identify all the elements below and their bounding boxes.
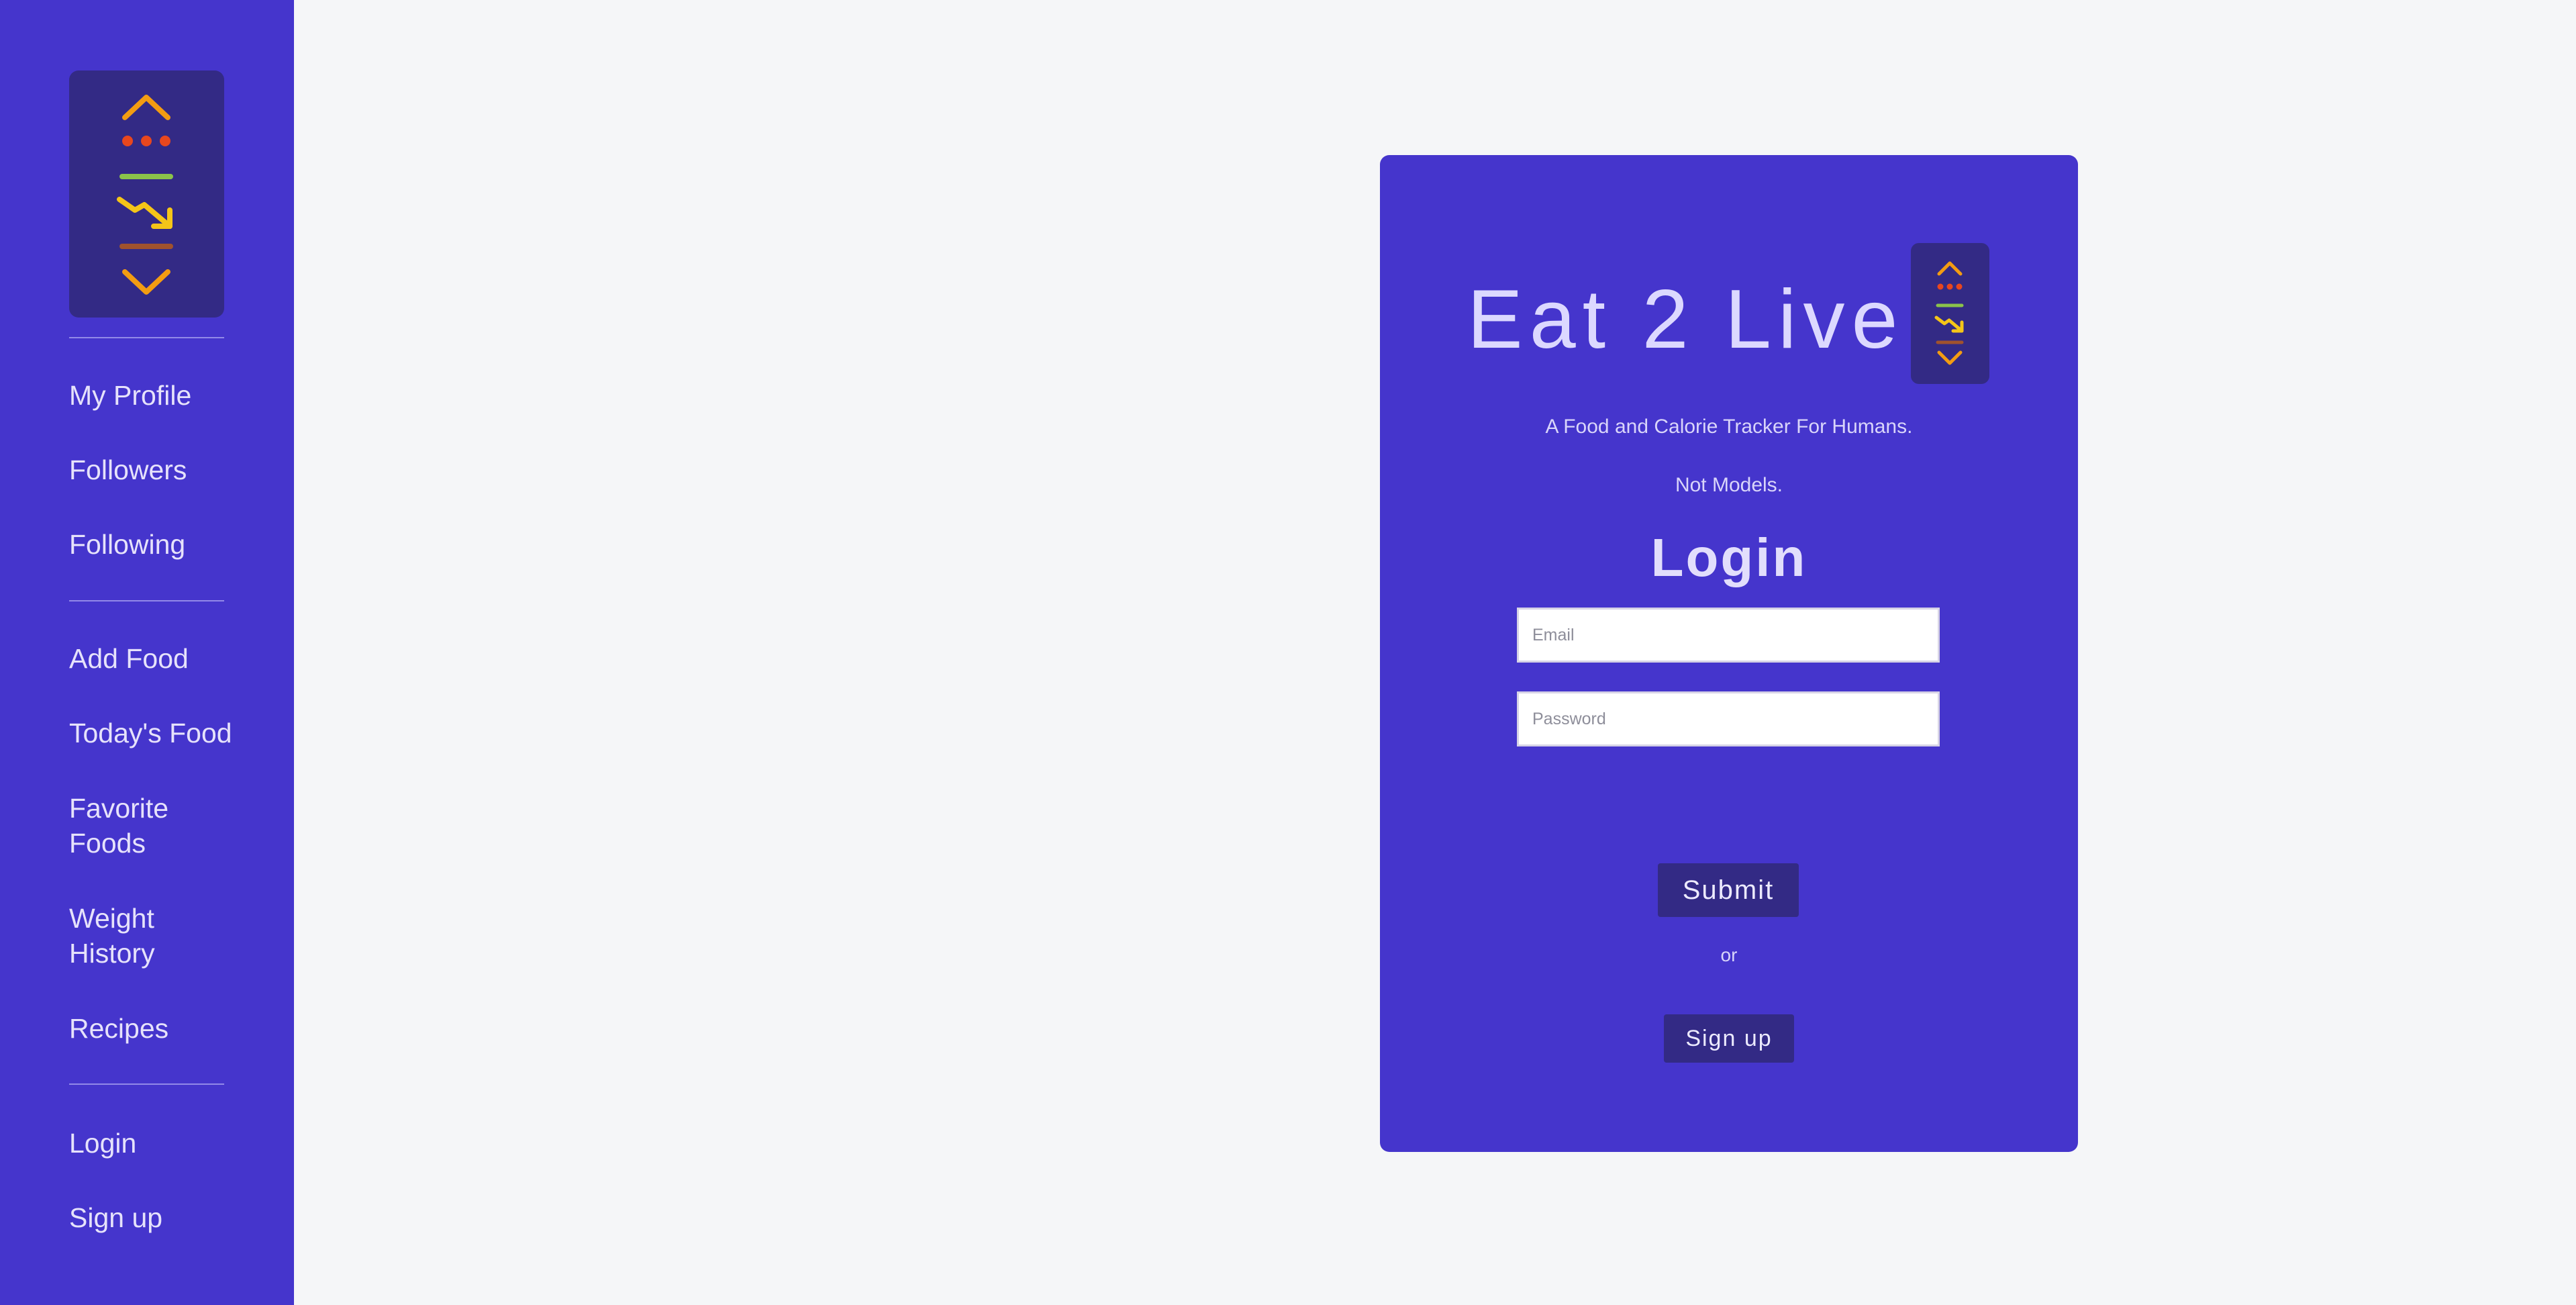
sidebar-divider bbox=[69, 337, 224, 338]
sidebar-item-my-profile[interactable]: My Profile bbox=[69, 378, 270, 413]
sidebar: My Profile Followers Following Add Food … bbox=[0, 0, 294, 1305]
sidebar-item-favorite-foods[interactable]: Favorite Foods bbox=[69, 791, 203, 861]
tagline: A Food and Calorie Tracker For Humans. bbox=[1545, 416, 1913, 438]
sidebar-item-login[interactable]: Login bbox=[69, 1126, 270, 1161]
app-logo-graphic bbox=[117, 95, 173, 295]
login-card: Eat 2 Live A Food and Calorie Tracker Fo… bbox=[1380, 155, 2078, 1152]
sidebar-item-sign-up[interactable]: Sign up bbox=[69, 1200, 270, 1235]
password-field[interactable] bbox=[1517, 691, 1940, 746]
app-title: Eat 2 Live bbox=[1467, 273, 1905, 366]
tagline-secondary: Not Models. bbox=[1675, 474, 1783, 496]
app-logo-icon[interactable] bbox=[69, 70, 224, 318]
sidebar-divider bbox=[69, 1083, 224, 1085]
sidebar-divider bbox=[69, 600, 224, 601]
email-field[interactable] bbox=[1517, 608, 1940, 663]
sidebar-item-followers[interactable]: Followers bbox=[69, 452, 270, 487]
sidebar-item-recipes[interactable]: Recipes bbox=[69, 1011, 270, 1046]
or-separator: or bbox=[1720, 945, 1738, 965]
sidebar-item-weight-history[interactable]: Weight History bbox=[69, 901, 203, 971]
login-heading: Login bbox=[1650, 528, 1807, 587]
submit-button[interactable]: Submit bbox=[1658, 863, 1799, 917]
app-logo-icon bbox=[1911, 243, 1989, 384]
app-logo-graphic bbox=[1934, 261, 1964, 365]
sidebar-item-todays-food[interactable]: Today's Food bbox=[69, 716, 270, 751]
main-content: Eat 2 Live A Food and Calorie Tracker Fo… bbox=[294, 0, 2576, 1305]
sidebar-item-following[interactable]: Following bbox=[69, 527, 270, 562]
sidebar-item-add-food[interactable]: Add Food bbox=[69, 641, 270, 676]
sign-up-button[interactable]: Sign up bbox=[1664, 1014, 1794, 1063]
